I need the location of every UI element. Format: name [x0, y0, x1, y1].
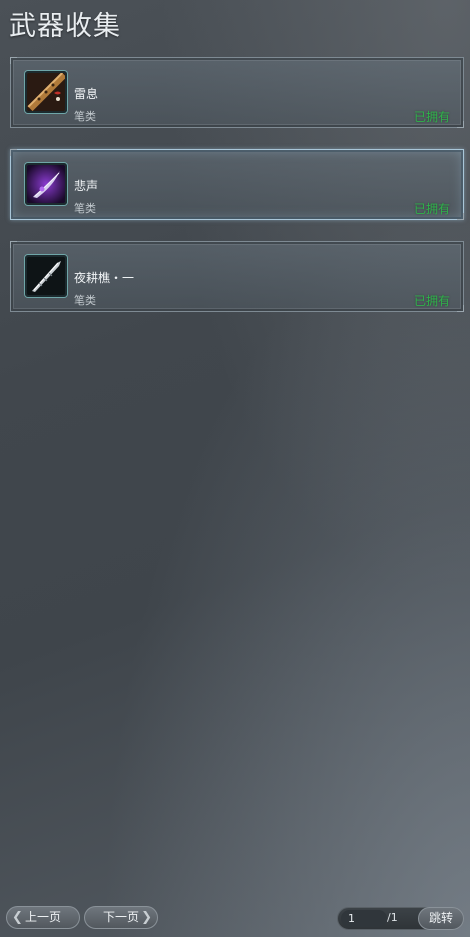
weapon-list: 雷息 笔类 已拥有 悲声 笔类 已拥有 夜耕樵・一 笔类 已拥有 — [10, 57, 464, 333]
page-jump-control: /1 跳转 — [337, 907, 464, 930]
weapon-type: 笔类 — [74, 294, 96, 307]
chevron-right-icon: ❯ — [141, 910, 152, 925]
weapon-type: 笔类 — [74, 110, 96, 123]
weapon-card[interactable]: 夜耕樵・一 笔类 已拥有 — [10, 241, 464, 312]
weapon-type: 笔类 — [74, 202, 96, 215]
weapon-name: 夜耕樵・一 — [74, 271, 135, 285]
weapon-card-selected[interactable]: 悲声 笔类 已拥有 — [10, 149, 464, 220]
weapon-name: 雷息 — [74, 87, 99, 101]
brush-flute-icon — [25, 71, 67, 113]
page-number-input[interactable] — [341, 910, 387, 927]
next-page-label: 下一页 — [102, 910, 139, 924]
prev-page-label: 上一页 — [24, 910, 61, 924]
page-title: 武器收集 — [9, 11, 121, 42]
weapon-card[interactable]: 雷息 笔类 已拥有 — [10, 57, 464, 128]
purple-feather-icon — [25, 163, 67, 205]
silver-blade-icon — [25, 255, 67, 297]
next-page-button[interactable]: 下一页 ❯ — [84, 906, 158, 929]
prev-page-button[interactable]: ❮ 上一页 — [6, 906, 80, 929]
weapon-name: 悲声 — [74, 179, 99, 193]
owned-status: 已拥有 — [413, 294, 450, 308]
chevron-left-icon: ❮ — [12, 910, 23, 925]
owned-status: 已拥有 — [413, 202, 450, 216]
owned-status: 已拥有 — [413, 110, 450, 124]
total-pages: /1 — [387, 911, 398, 924]
jump-button[interactable]: 跳转 — [418, 907, 464, 930]
